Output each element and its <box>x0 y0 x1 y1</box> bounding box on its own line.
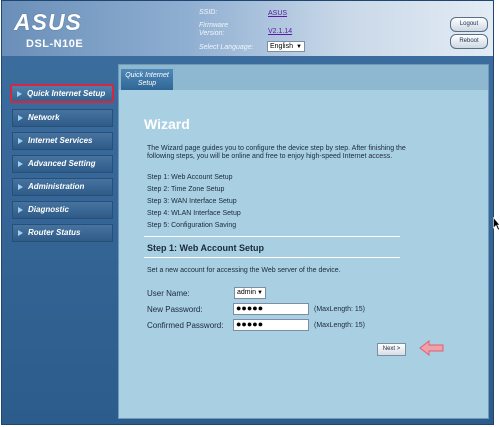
sidebar-item-advanced-setting[interactable]: Advanced Setting <box>12 155 113 173</box>
sidebar-item-quick-internet-setup[interactable]: Quick Internet Setup <box>10 84 114 103</box>
triangle-right-icon <box>18 207 23 213</box>
mouse-cursor-icon <box>493 217 500 231</box>
maxlength-note: (MaxLength: 15) <box>314 322 365 329</box>
router-admin-window: ASUS DSL-N10E SSID: ASUS Firmware Versio… <box>1 0 494 425</box>
model-name: DSL-N10E <box>26 38 84 50</box>
wizard-description: The Wizard page guides you to configure … <box>147 145 406 160</box>
step-item: Step 4: WLAN Interface Setup <box>147 210 241 217</box>
reboot-button[interactable]: Reboot <box>450 34 488 49</box>
maxlength-note: (MaxLength: 15) <box>314 306 365 313</box>
language-select[interactable]: English ▼ <box>267 41 305 52</box>
sidebar-item-label: Quick Internet Setup <box>27 89 106 98</box>
firmware-label: Firmware Version: <box>199 22 228 38</box>
sidebar-item-label: Network <box>28 113 60 122</box>
section-title: Step 1: Web Account Setup <box>147 243 265 253</box>
tab-label-line2: Setup <box>137 80 157 87</box>
username-select[interactable]: admin ▼ <box>234 287 266 299</box>
ssid-value[interactable]: ASUS <box>268 10 287 17</box>
sidebar-item-label: Administration <box>28 182 85 191</box>
triangle-right-icon <box>18 230 23 236</box>
triangle-right-icon <box>18 184 23 190</box>
confirm-password-field[interactable]: ●●●●● <box>233 319 309 331</box>
left-arrow-icon <box>419 339 444 357</box>
new-password-field[interactable]: ●●●●● <box>233 303 309 315</box>
username-label: User Name: <box>147 289 190 298</box>
step-item: Step 2: Time Zone Setup <box>147 186 225 193</box>
brand-logo: ASUS DSL-N10E <box>6 5 116 50</box>
sidebar-item-network[interactable]: Network <box>12 109 113 127</box>
divider <box>144 257 400 258</box>
triangle-right-icon <box>17 91 22 97</box>
section-description: Set a new account for accessing the Web … <box>147 267 341 274</box>
triangle-right-icon <box>18 161 23 167</box>
tab-label-line1: Quick Internet <box>125 72 169 79</box>
ssid-label: SSID: <box>199 9 218 16</box>
sidebar-item-label: Internet Services <box>28 136 93 145</box>
sidebar-item-administration[interactable]: Administration <box>12 178 113 196</box>
sidebar-item-label: Router Status <box>28 228 81 237</box>
language-label: Select Language: <box>199 44 254 51</box>
step-item: Step 3: WAN Interface Setup <box>147 198 237 205</box>
next-button[interactable]: Next > <box>377 343 406 356</box>
sidebar: Quick Internet Setup Network Internet Se… <box>6 61 114 421</box>
sidebar-item-diagnostic[interactable]: Diagnostic <box>12 201 113 219</box>
new-password-label: New Password: <box>147 305 203 314</box>
sidebar-item-label: Diagnostic <box>28 205 69 214</box>
logo-text: ASUS <box>14 9 82 35</box>
confirm-password-label: Confirmed Password: <box>147 321 224 330</box>
page-title: Wizard <box>144 116 190 132</box>
header: ASUS DSL-N10E SSID: ASUS Firmware Versio… <box>2 1 493 56</box>
language-value: English <box>270 43 293 50</box>
firmware-label-line2: Version: <box>199 30 225 37</box>
step-item: Step 5: Configuration Saving <box>147 222 237 229</box>
triangle-right-icon <box>18 115 23 121</box>
main-content-panel: Quick Internet Setup Wizard The Wizard p… <box>118 64 489 419</box>
step-item: Step 1: Web Account Setup <box>147 174 233 181</box>
tab-quick-internet-setup[interactable]: Quick Internet Setup <box>121 69 173 90</box>
chevron-down-icon: ▼ <box>296 44 302 50</box>
logout-button[interactable]: Logout <box>450 17 488 32</box>
triangle-right-icon <box>18 138 23 144</box>
divider <box>144 236 400 237</box>
sidebar-item-internet-services[interactable]: Internet Services <box>12 132 113 150</box>
tab-bar: Quick Internet Setup <box>119 65 488 90</box>
username-value: admin <box>237 289 257 296</box>
chevron-down-icon: ▼ <box>257 290 263 296</box>
sidebar-item-router-status[interactable]: Router Status <box>12 224 113 242</box>
sidebar-item-label: Advanced Setting <box>28 159 96 168</box>
firmware-label-line1: Firmware <box>199 22 229 29</box>
firmware-version[interactable]: V2.1.14 <box>268 28 292 35</box>
